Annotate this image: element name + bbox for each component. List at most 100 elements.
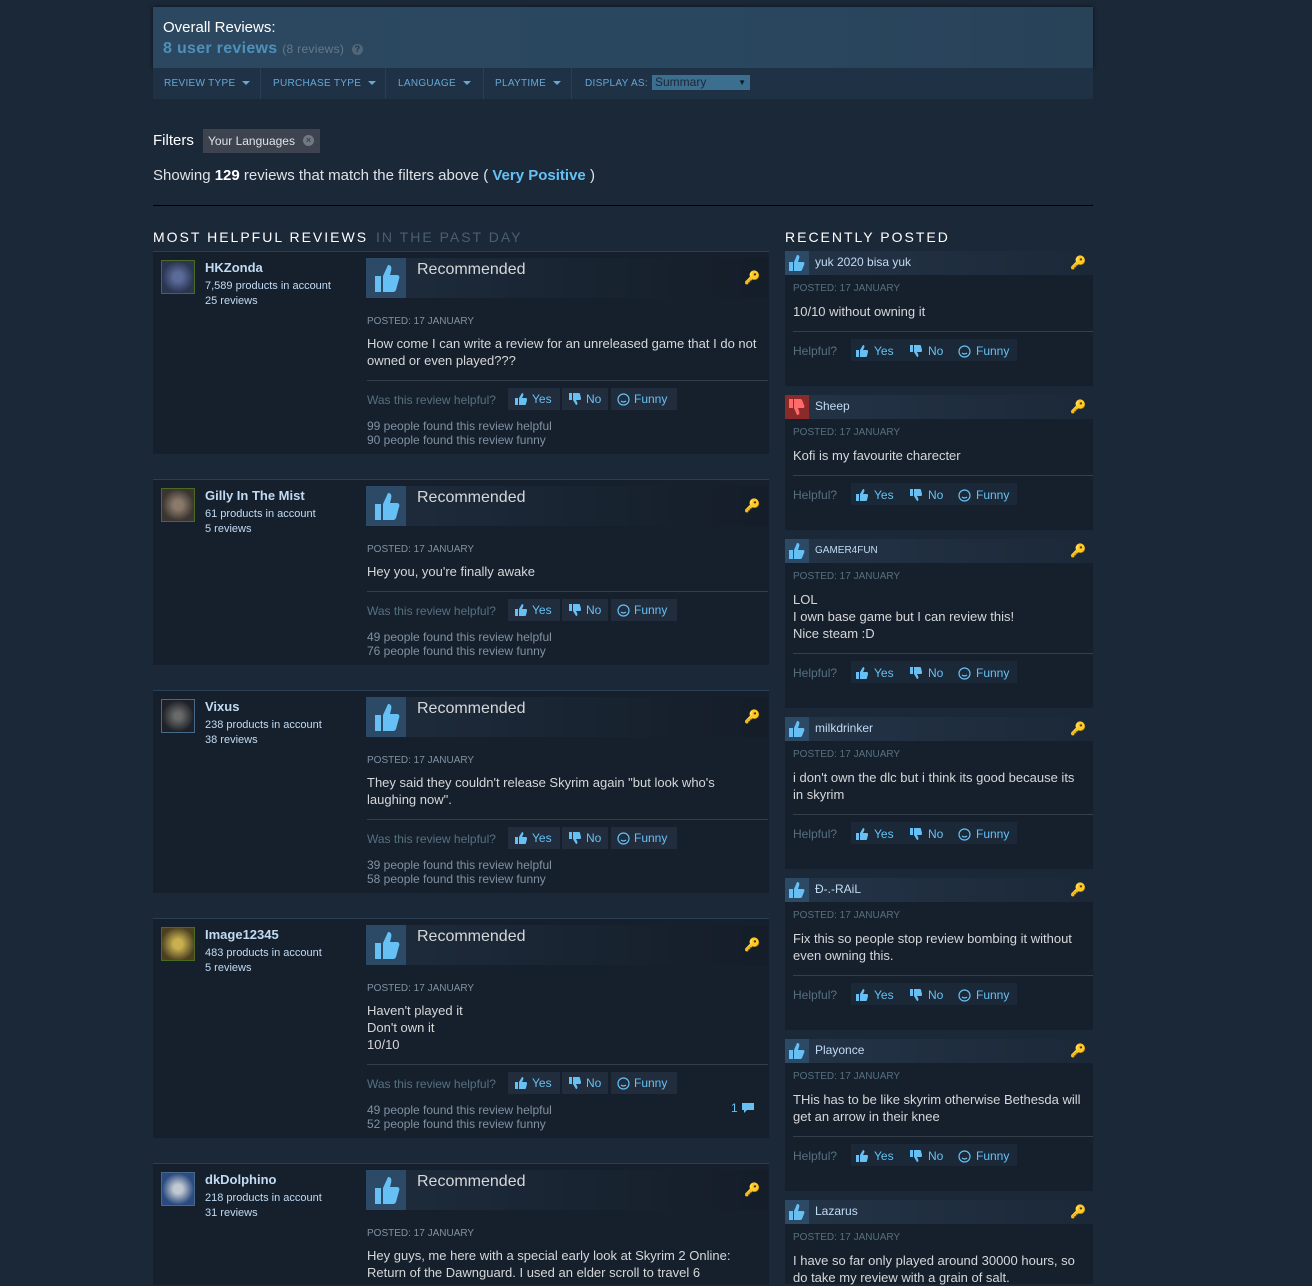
vote-yes-button[interactable]: Yes	[855, 666, 894, 683]
vote-funny-button[interactable]: Funny	[611, 599, 677, 621]
recommended-bar[interactable]: Recommended 🔑	[366, 486, 768, 526]
vote-yes-button[interactable]: Yes	[855, 1149, 894, 1166]
playtime-dropdown[interactable]: PLAYTIME	[495, 68, 562, 99]
review-text: How come I can write a review for an unr…	[367, 336, 757, 368]
rating-link[interactable]: Very Positive	[492, 167, 585, 184]
key-icon: 🔑	[744, 1182, 761, 1197]
review-author[interactable]: dkDolphino	[205, 1172, 277, 1187]
vote-yes-button[interactable]: Yes	[508, 1072, 560, 1094]
reviews-count[interactable]: 31 reviews	[205, 1207, 258, 1219]
vote-funny-button[interactable]: Funny	[958, 344, 1009, 361]
avatar[interactable]	[161, 699, 195, 733]
review-text-line: LOL	[793, 592, 818, 607]
reviews-count[interactable]: 25 reviews	[205, 295, 258, 307]
avatar[interactable]	[161, 927, 195, 961]
help-icon[interactable]: ?	[351, 44, 363, 55]
vote-funny-button[interactable]: Funny	[958, 666, 1009, 683]
comment-count-button[interactable]: 1	[731, 1101, 755, 1115]
recent-review-header[interactable]: Sheep 🔑	[785, 395, 1093, 419]
vote-funny-button[interactable]: Funny	[958, 1149, 1009, 1166]
vote-yes-label: Yes	[532, 1076, 552, 1090]
key-icon: 🔑	[1070, 721, 1087, 736]
vote-no-button[interactable]: No	[562, 599, 608, 621]
products-count[interactable]: 61 products in account	[205, 508, 316, 520]
reviews-count[interactable]: 5 reviews	[205, 962, 251, 974]
products-count[interactable]: 238 products in account	[205, 719, 322, 731]
vote-no-label: No	[928, 827, 944, 841]
review-author[interactable]: Vixus	[205, 699, 239, 714]
avatar[interactable]	[161, 1172, 195, 1206]
vote-funny-button[interactable]: Funny	[958, 827, 1009, 844]
recent-review-author[interactable]: GAMER4FUN	[815, 545, 878, 556]
vote-no-button[interactable]: No	[909, 988, 943, 1005]
recent-review-author[interactable]: milkdrinker	[815, 721, 873, 735]
vote-funny-button[interactable]: Funny	[611, 388, 677, 410]
language-dropdown[interactable]: LANGUAGE	[398, 68, 471, 99]
display-as-label: DISPLAY AS:	[585, 78, 648, 89]
vote-no-label: No	[586, 1076, 602, 1090]
vote-yes-button[interactable]: Yes	[855, 827, 894, 844]
vote-funny-button[interactable]: Funny	[958, 988, 1009, 1005]
products-count[interactable]: 483 products in account	[205, 947, 322, 959]
recent-review-header[interactable]: milkdrinker 🔑	[785, 717, 1093, 741]
filter-chip-languages[interactable]: Your Languages ×	[203, 129, 320, 153]
vote-funny-button[interactable]: Funny	[611, 1072, 677, 1094]
products-count[interactable]: 218 products in account	[205, 1192, 322, 1204]
vote-yes-button[interactable]: Yes	[855, 988, 894, 1005]
recommended-bar[interactable]: Recommended 🔑	[366, 697, 768, 737]
recent-review-header[interactable]: yuk 2020 bisa yuk 🔑	[785, 251, 1093, 275]
vote-funny-button[interactable]: Funny	[611, 827, 677, 849]
thumbs-down-icon	[909, 1149, 923, 1166]
vote-funny-button[interactable]: Funny	[958, 488, 1009, 505]
close-icon[interactable]: ×	[303, 135, 314, 146]
avatar[interactable]	[161, 260, 195, 294]
recent-review-header[interactable]: GAMER4FUN 🔑	[785, 539, 1093, 563]
reviews-count[interactable]: 38 reviews	[205, 734, 258, 746]
vote-no-button[interactable]: No	[562, 827, 608, 849]
vote-no-button[interactable]: No	[909, 488, 943, 505]
recent-review-author[interactable]: Lazarus	[815, 1204, 858, 1218]
avatar[interactable]	[161, 488, 195, 522]
purchase-type-dropdown[interactable]: PURCHASE TYPE	[273, 68, 377, 99]
vote-yes-button[interactable]: Yes	[508, 388, 560, 410]
review-author[interactable]: Image12345	[205, 927, 279, 942]
review-author[interactable]: HKZonda	[205, 260, 263, 275]
recommended-bar[interactable]: Recommended 🔑	[366, 1170, 768, 1210]
review-author[interactable]: Gilly In The Mist	[205, 488, 305, 503]
recent-review-author[interactable]: yuk 2020 bisa yuk	[815, 255, 911, 269]
display-as-select[interactable]: Summary ▼	[652, 75, 750, 90]
review-text: i don't own the dlc but i think its good…	[793, 770, 1075, 802]
key-icon: 🔑	[1070, 1204, 1087, 1219]
vote-no-button[interactable]: No	[562, 388, 608, 410]
recent-review-author[interactable]: Sheep	[815, 399, 850, 413]
helpful-question: Helpful?	[793, 988, 838, 1002]
helpful-question: Was this review helpful?	[367, 604, 496, 618]
vote-no-button[interactable]: No	[909, 344, 943, 361]
thumbs-up-icon	[785, 1039, 809, 1063]
recommended-bar[interactable]: Recommended 🔑	[366, 258, 768, 298]
recent-review-author[interactable]: Đ-.-RAiL	[815, 882, 861, 896]
review-text: Hey guys, me here with a special early l…	[367, 1248, 731, 1280]
vote-no-button[interactable]: No	[909, 1149, 943, 1166]
recent-review-author[interactable]: Playonce	[815, 1043, 864, 1057]
vote-yes-label: Yes	[532, 831, 552, 845]
showing-count: 129	[214, 167, 240, 184]
recent-review-header[interactable]: Lazarus 🔑	[785, 1200, 1093, 1224]
vote-yes-button[interactable]: Yes	[508, 827, 560, 849]
vote-no-button[interactable]: No	[909, 827, 943, 844]
vote-yes-button[interactable]: Yes	[855, 344, 894, 361]
showing-summary: Showing 129 reviews that match the filte…	[153, 167, 595, 184]
vote-yes-button[interactable]: Yes	[508, 599, 560, 621]
vote-no-button[interactable]: No	[562, 1072, 608, 1094]
thumbs-down-icon	[909, 988, 923, 1005]
recent-review-header[interactable]: Playonce 🔑	[785, 1039, 1093, 1063]
vote-yes-button[interactable]: Yes	[855, 488, 894, 505]
reviews-count[interactable]: 5 reviews	[205, 523, 251, 535]
products-count[interactable]: 7,589 products in account	[205, 280, 331, 292]
recommended-bar[interactable]: Recommended 🔑	[366, 925, 768, 965]
recent-review-header[interactable]: Đ-.-RAiL 🔑	[785, 878, 1093, 902]
helpful-question: Helpful?	[793, 666, 838, 680]
review-type-dropdown[interactable]: REVIEW TYPE	[164, 68, 251, 99]
thumbs-up-icon	[855, 666, 869, 683]
vote-no-button[interactable]: No	[909, 666, 943, 683]
